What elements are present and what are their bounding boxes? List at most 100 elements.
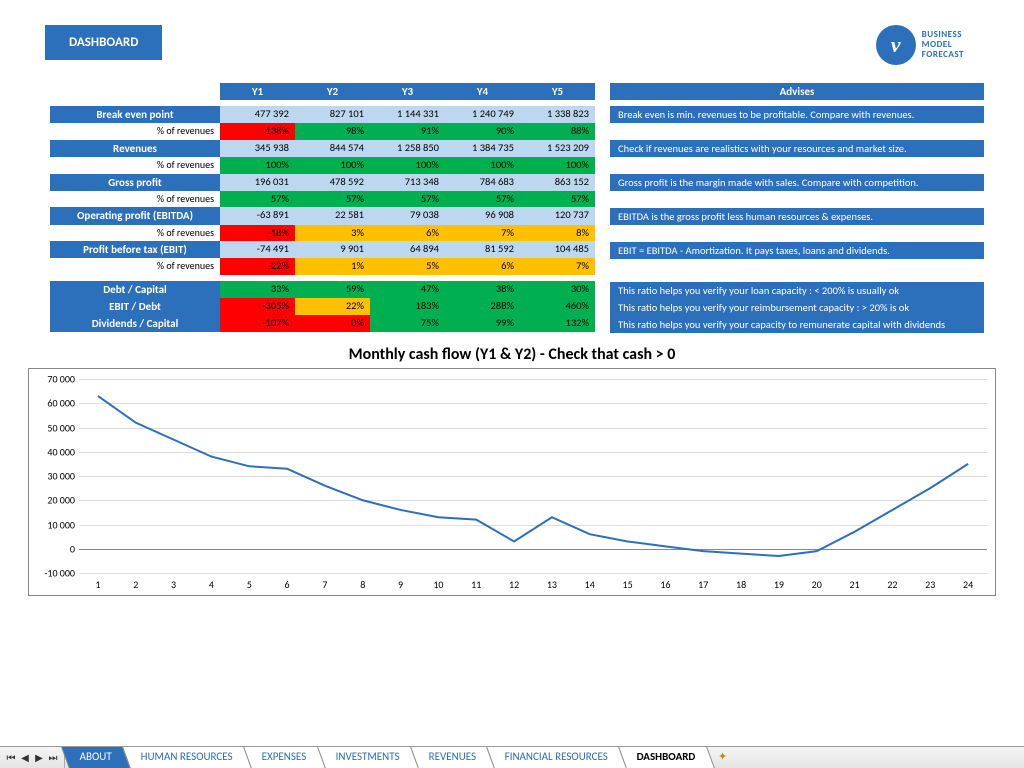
metric-value: 7% bbox=[520, 258, 595, 275]
x-axis-tick: 17 bbox=[698, 578, 708, 591]
x-axis-tick: 12 bbox=[509, 578, 519, 591]
metric-value: 57% bbox=[220, 191, 295, 208]
metric-value: 79 038 bbox=[370, 207, 445, 224]
metric-value: 91% bbox=[370, 123, 445, 140]
metric-value: 460% bbox=[520, 298, 595, 315]
metric-value: 3% bbox=[295, 225, 370, 242]
cashflow-chart: -10 000010 00020 00030 00040 00050 00060… bbox=[28, 368, 996, 596]
metric-value: 30% bbox=[520, 281, 595, 298]
metric-value: 1 384 735 bbox=[445, 140, 520, 157]
row-label: % of revenues bbox=[50, 258, 220, 275]
row-label: Revenues bbox=[50, 140, 220, 157]
advise-text: Check if revenues are realistics with yo… bbox=[610, 140, 984, 157]
row-label: Break even point bbox=[50, 106, 220, 123]
sheet-tab-financial-resources[interactable]: FINANCIAL RESOURCES bbox=[486, 747, 627, 768]
metric-value: 6% bbox=[445, 258, 520, 275]
y-axis-tick: -10 000 bbox=[44, 567, 79, 580]
y-axis-tick: 40 000 bbox=[47, 445, 79, 458]
advise-text: EBIT = EBITDA - Amortization. It pays ta… bbox=[610, 242, 984, 259]
advise-text: EBITDA is the gross profit less human re… bbox=[610, 208, 984, 225]
x-axis-tick: 23 bbox=[925, 578, 935, 591]
metric-value: 100% bbox=[295, 157, 370, 174]
metric-value: -63 891 bbox=[220, 207, 295, 224]
logo-icon: v bbox=[876, 25, 916, 65]
tab-nav-last-icon[interactable]: ⏭ bbox=[46, 751, 60, 764]
sheet-tab-about[interactable]: ABOUT bbox=[61, 747, 131, 768]
x-axis-tick: 6 bbox=[285, 578, 290, 591]
year-header: Y3 bbox=[370, 83, 445, 100]
metric-value: 64 894 bbox=[370, 241, 445, 258]
metric-value: 100% bbox=[220, 157, 295, 174]
sheet-tab-human-resources[interactable]: HUMAN RESOURCES bbox=[122, 747, 252, 768]
metric-value: 57% bbox=[520, 191, 595, 208]
metric-value: 477 392 bbox=[220, 106, 295, 123]
advise-text: This ratio helps you verify your capacit… bbox=[610, 316, 984, 333]
row-label: EBIT / Debt bbox=[50, 298, 220, 315]
tab-nav-prev-icon[interactable]: ◀ bbox=[18, 751, 32, 764]
metric-value: 100% bbox=[445, 157, 520, 174]
sheet-tab-revenues[interactable]: REVENUES bbox=[410, 747, 495, 768]
metric-value: 8% bbox=[520, 225, 595, 242]
year-header: Y2 bbox=[295, 83, 370, 100]
x-axis-tick: 19 bbox=[774, 578, 784, 591]
row-label: % of revenues bbox=[50, 225, 220, 242]
row-label: % of revenues bbox=[50, 191, 220, 208]
metric-value: 784 683 bbox=[445, 174, 520, 191]
metric-value: 75% bbox=[370, 315, 445, 332]
sheet-tab-investments[interactable]: INVESTMENTS bbox=[317, 747, 419, 768]
row-label: Profit before tax (EBIT) bbox=[50, 241, 220, 258]
metrics-table: Y1Y2Y3Y4Y5Break even point477 392827 101… bbox=[50, 83, 595, 333]
x-axis-tick: 13 bbox=[547, 578, 557, 591]
y-axis-tick: 60 000 bbox=[47, 397, 79, 410]
x-axis-tick: 14 bbox=[585, 578, 595, 591]
metric-value: 120 737 bbox=[520, 207, 595, 224]
sheet-tab-expenses[interactable]: EXPENSES bbox=[243, 747, 325, 768]
x-axis-tick: 10 bbox=[433, 578, 443, 591]
brand-logo: v BUSINESS MODEL FORECAST bbox=[876, 25, 1014, 65]
metric-value: 0% bbox=[295, 315, 370, 332]
metric-value: 132% bbox=[520, 315, 595, 332]
metric-value: 1 240 749 bbox=[445, 106, 520, 123]
y-axis-tick: 10 000 bbox=[47, 518, 79, 531]
metric-value: 22 581 bbox=[295, 207, 370, 224]
x-axis-tick: 22 bbox=[887, 578, 897, 591]
year-header: Y4 bbox=[445, 83, 520, 100]
metric-value: 100% bbox=[520, 157, 595, 174]
metric-value: 100% bbox=[370, 157, 445, 174]
metric-value: 5% bbox=[370, 258, 445, 275]
x-axis-tick: 8 bbox=[360, 578, 365, 591]
metric-value: 22% bbox=[295, 298, 370, 315]
metric-value: 59% bbox=[295, 281, 370, 298]
metric-value: 863 152 bbox=[520, 174, 595, 191]
metric-value: 1 338 823 bbox=[520, 106, 595, 123]
metric-value: 99% bbox=[445, 315, 520, 332]
metric-value: -74 491 bbox=[220, 241, 295, 258]
year-header: Y1 bbox=[220, 83, 295, 100]
metric-value: 183% bbox=[370, 298, 445, 315]
row-label: Debt / Capital bbox=[50, 281, 220, 298]
tab-nav-next-icon[interactable]: ▶ bbox=[32, 751, 46, 764]
x-axis-tick: 5 bbox=[247, 578, 252, 591]
year-header: Y5 bbox=[520, 83, 595, 100]
advises-header: Advises bbox=[610, 83, 984, 100]
sheet-tab-dashboard[interactable]: DASHBOARD bbox=[618, 747, 714, 768]
metric-value: 57% bbox=[445, 191, 520, 208]
x-axis-tick: 9 bbox=[398, 578, 403, 591]
x-axis-tick: 18 bbox=[736, 578, 746, 591]
metric-value: 6% bbox=[370, 225, 445, 242]
advise-text: This ratio helps you verify your loan ca… bbox=[610, 282, 984, 299]
metric-value: 196 031 bbox=[220, 174, 295, 191]
x-axis-tick: 15 bbox=[623, 578, 633, 591]
row-label: Dividends / Capital bbox=[50, 315, 220, 332]
logo-line: FORECAST bbox=[922, 50, 964, 60]
metric-value: 104 485 bbox=[520, 241, 595, 258]
metric-value: 38% bbox=[445, 281, 520, 298]
tab-nav-first-icon[interactable]: ⏮ bbox=[4, 751, 18, 764]
x-axis-tick: 2 bbox=[133, 578, 138, 591]
metric-value: -305% bbox=[220, 298, 295, 315]
y-axis-tick: 0 bbox=[70, 542, 79, 555]
row-label: Gross profit bbox=[50, 174, 220, 191]
metric-value: 478 592 bbox=[295, 174, 370, 191]
x-axis-tick: 24 bbox=[963, 578, 973, 591]
advise-text: This ratio helps you verify your reimbur… bbox=[610, 299, 984, 316]
